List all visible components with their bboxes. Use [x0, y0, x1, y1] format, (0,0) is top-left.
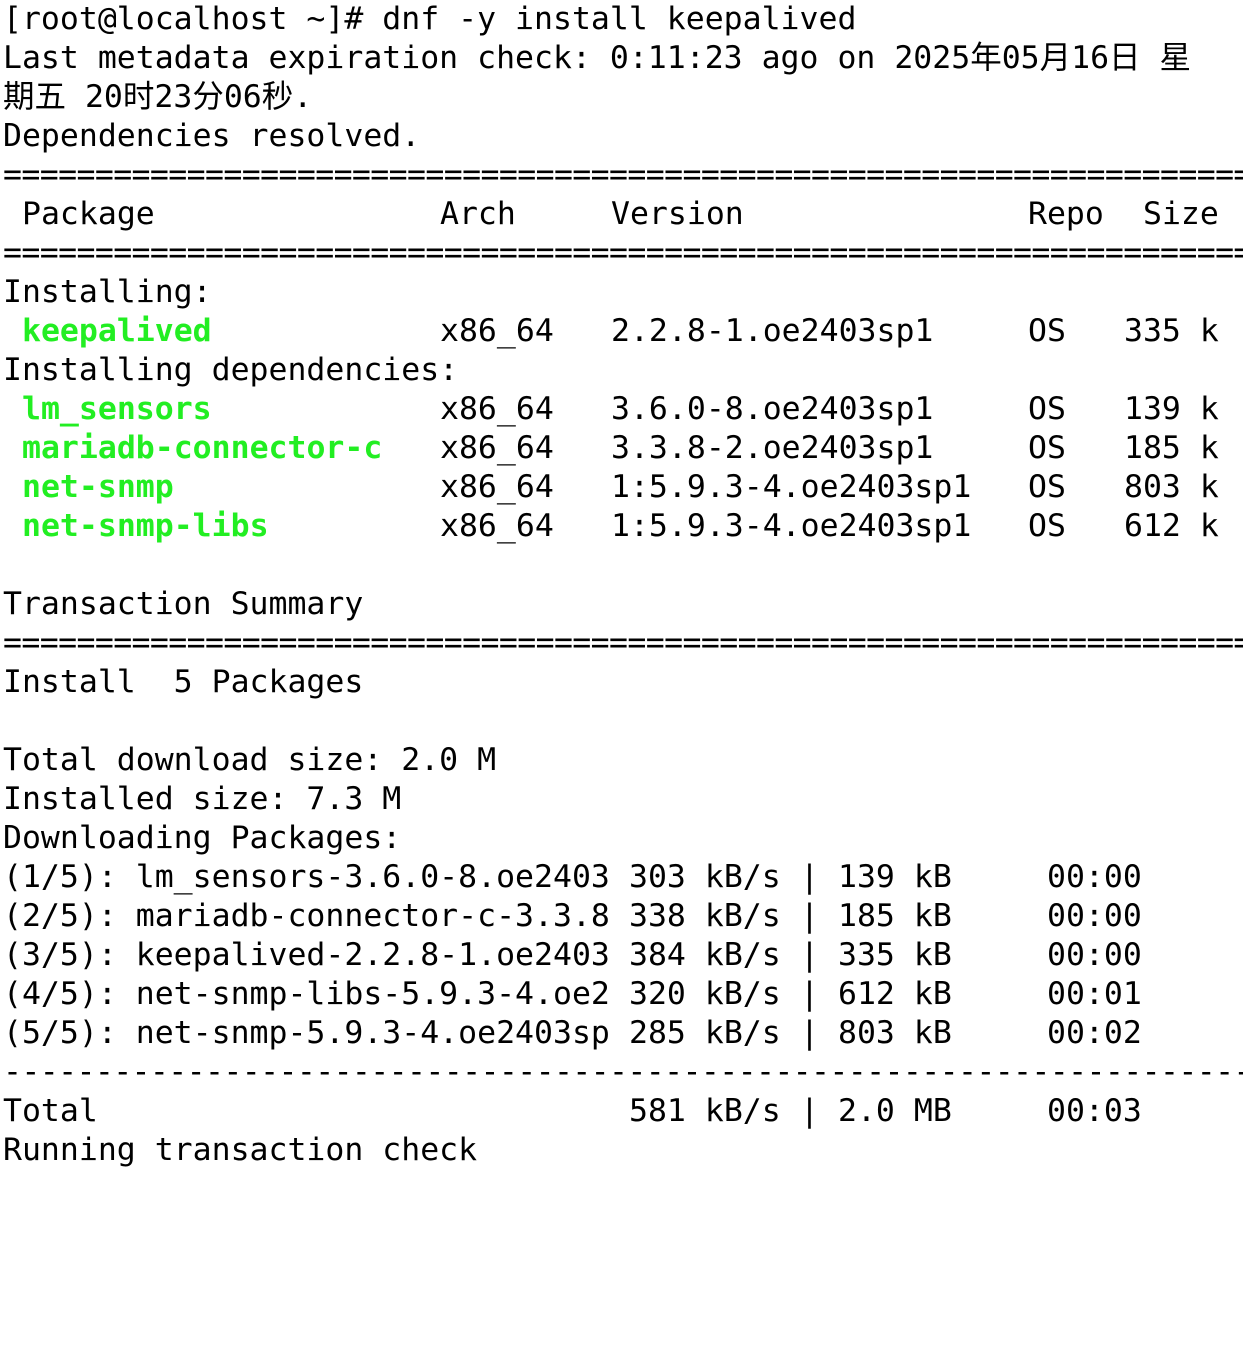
table-row: lm_sensors x86_64 3.6.0-8.oe2403sp1 OS 1…: [3, 390, 1243, 429]
shell-prompt: [root@localhost ~]#: [3, 1, 383, 37]
package-size: 335 k: [1124, 313, 1219, 349]
download-rate: 285 kB/s: [629, 1015, 781, 1051]
package-repo: OS: [1028, 508, 1066, 544]
table-row: mariadb-connector-c x86_64 3.3.8-2.oe240…: [3, 429, 1243, 468]
download-rate: 303 kB/s: [629, 859, 781, 895]
table-row: net-snmp-libs x86_64 1:5.9.3-4.oe2403sp1…: [3, 507, 1243, 546]
package-version: 1:5.9.3-4.oe2403sp1: [611, 469, 972, 505]
download-size: 612 kB: [838, 976, 952, 1012]
metadata-line-cont: 期五 20时23分06秒.: [3, 79, 313, 115]
table-row: keepalived x86_64 2.2.8-1.oe2403sp1 OS 3…: [3, 312, 1243, 351]
deps-resolved-line: Dependencies resolved.: [3, 118, 421, 154]
download-name: (5/5): net-snmp-5.9.3-4.oe2403sp: [3, 1015, 610, 1051]
package-name: keepalived: [22, 313, 212, 349]
download-time: 00:02: [1047, 1015, 1142, 1051]
package-name: net-snmp-libs: [22, 508, 269, 544]
package-size: 612 k: [1124, 508, 1219, 544]
downloading-line: Downloading Packages:: [3, 820, 402, 856]
download-time: 00:00: [1047, 937, 1142, 973]
download-row: (3/5): keepalived-2.2.8-1.oe2403 384 kB/…: [3, 936, 1243, 975]
double-rule: ========================================…: [3, 157, 1243, 193]
installed-size-line: Installed size: 7.3 M: [3, 781, 402, 817]
total-rate: 581 kB/s: [629, 1093, 781, 1129]
header-arch: Arch: [440, 196, 516, 232]
download-time: 00:00: [1047, 898, 1142, 934]
total-size: 2.0 MB: [838, 1093, 952, 1129]
download-separator: |: [800, 937, 819, 973]
header-package: Package: [22, 196, 155, 232]
transaction-check-line: Running transaction check: [3, 1132, 478, 1168]
download-name: (2/5): mariadb-connector-c-3.3.8: [3, 898, 610, 934]
single-rule: ----------------------------------------…: [3, 1054, 1243, 1090]
total-row: Total 581 kB/s | 2.0 MB 00:03: [3, 1092, 1243, 1131]
download-size: 803 kB: [838, 1015, 952, 1051]
download-time: 00:00: [1047, 859, 1142, 895]
download-separator: |: [800, 859, 819, 895]
total-download-line: Total download size: 2.0 M: [3, 742, 497, 778]
metadata-line: Last metadata expiration check: 0:11:23 …: [3, 40, 1192, 76]
download-rate: 384 kB/s: [629, 937, 781, 973]
download-size: 185 kB: [838, 898, 952, 934]
package-version: 2.2.8-1.oe2403sp1: [611, 313, 934, 349]
download-row: (1/5): lm_sensors-3.6.0-8.oe2403 303 kB/…: [3, 858, 1243, 897]
installing-label: Installing:: [3, 274, 212, 310]
total-separator: |: [800, 1093, 819, 1129]
package-arch: x86_64: [440, 430, 554, 466]
double-rule: ========================================…: [3, 235, 1243, 271]
download-rate: 338 kB/s: [629, 898, 781, 934]
header-version: Version: [611, 196, 744, 232]
download-separator: |: [800, 1015, 819, 1051]
package-size: 185 k: [1124, 430, 1219, 466]
double-rule: ========================================…: [3, 625, 1243, 661]
package-arch: x86_64: [440, 391, 554, 427]
download-time: 00:01: [1047, 976, 1142, 1012]
package-repo: OS: [1028, 313, 1066, 349]
package-size: 803 k: [1124, 469, 1219, 505]
package-repo: OS: [1028, 469, 1066, 505]
download-size: 335 kB: [838, 937, 952, 973]
table-header: Package Arch Version Repo Size: [3, 195, 1243, 234]
total-time: 00:03: [1047, 1093, 1142, 1129]
total-label: Total: [3, 1093, 98, 1129]
download-name: (4/5): net-snmp-libs-5.9.3-4.oe2: [3, 976, 610, 1012]
install-count-line: Install 5 Packages: [3, 664, 364, 700]
download-row: (2/5): mariadb-connector-c-3.3.8 338 kB/…: [3, 897, 1243, 936]
package-name: lm_sensors: [22, 391, 212, 427]
package-version: 3.3.8-2.oe2403sp1: [611, 430, 934, 466]
deps-label: Installing dependencies:: [3, 352, 459, 388]
download-separator: |: [800, 898, 819, 934]
package-version: 3.6.0-8.oe2403sp1: [611, 391, 934, 427]
download-separator: |: [800, 976, 819, 1012]
package-repo: OS: [1028, 391, 1066, 427]
package-repo: OS: [1028, 430, 1066, 466]
package-arch: x86_64: [440, 469, 554, 505]
summary-title: Transaction Summary: [3, 586, 364, 622]
package-name: net-snmp: [22, 469, 174, 505]
package-arch: x86_64: [440, 508, 554, 544]
download-rate: 320 kB/s: [629, 976, 781, 1012]
terminal-output[interactable]: [root@localhost ~]# dnf -y install keepa…: [3, 0, 1243, 1170]
package-name: mariadb-connector-c: [22, 430, 383, 466]
header-repo: Repo: [1028, 196, 1104, 232]
header-size: Size: [1143, 196, 1219, 232]
package-version: 1:5.9.3-4.oe2403sp1: [611, 508, 972, 544]
command-line: [root@localhost ~]# dnf -y install keepa…: [3, 0, 1243, 39]
table-row: net-snmp x86_64 1:5.9.3-4.oe2403sp1 OS 8…: [3, 468, 1243, 507]
download-row: (5/5): net-snmp-5.9.3-4.oe2403sp 285 kB/…: [3, 1014, 1243, 1053]
command-text: dnf -y install keepalived: [382, 1, 857, 37]
download-name: (3/5): keepalived-2.2.8-1.oe2403: [3, 937, 610, 973]
package-arch: x86_64: [440, 313, 554, 349]
download-name: (1/5): lm_sensors-3.6.0-8.oe2403: [3, 859, 610, 895]
download-row: (4/5): net-snmp-libs-5.9.3-4.oe2 320 kB/…: [3, 975, 1243, 1014]
download-size: 139 kB: [838, 859, 952, 895]
package-size: 139 k: [1124, 391, 1219, 427]
